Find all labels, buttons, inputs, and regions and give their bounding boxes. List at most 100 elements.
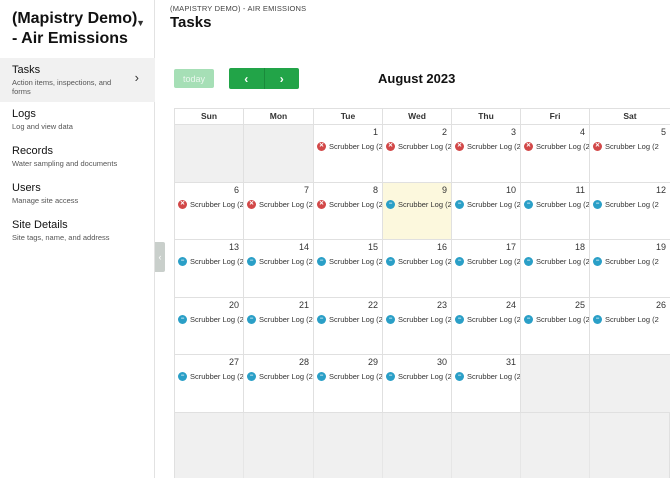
day-number[interactable]: 31 xyxy=(506,357,516,367)
day-number[interactable]: 20 xyxy=(229,300,239,310)
calendar-day-cell[interactable]: 13 − Scrubber Log (2 xyxy=(175,240,244,298)
day-number[interactable]: 21 xyxy=(299,300,309,310)
day-number[interactable]: 17 xyxy=(506,242,516,252)
day-number[interactable]: 16 xyxy=(437,242,447,252)
calendar-event[interactable]: − Scrubber Log (2 xyxy=(386,371,451,382)
day-number[interactable]: 11 xyxy=(576,185,585,195)
day-number[interactable]: 14 xyxy=(299,242,309,252)
calendar-day-cell-today[interactable]: 9 − Scrubber Log (2 xyxy=(383,182,452,240)
sidebar-item-site-details[interactable]: Site Details Site tags, name, and addres… xyxy=(0,213,155,250)
calendar-day-cell[interactable]: 15 − Scrubber Log (2 xyxy=(314,240,383,298)
calendar-day-cell[interactable]: 3 ✕ Scrubber Log (2 xyxy=(452,125,521,183)
calendar-event[interactable]: − Scrubber Log (2 xyxy=(593,256,670,267)
today-button[interactable]: today xyxy=(174,69,214,88)
next-month-button[interactable]: › xyxy=(263,68,300,89)
calendar-day-cell[interactable]: 24 − Scrubber Log (2 xyxy=(452,297,521,355)
calendar-event[interactable]: − Scrubber Log (2 xyxy=(524,314,589,325)
day-number[interactable]: 24 xyxy=(506,300,516,310)
calendar-event[interactable]: − Scrubber Log (2 xyxy=(247,256,313,267)
calendar-event[interactable]: ✕ Scrubber Log (2 xyxy=(386,141,451,152)
day-number[interactable]: 4 xyxy=(580,127,585,137)
caret-down-icon[interactable]: ▼ xyxy=(136,18,145,28)
calendar-day-cell[interactable]: 2 ✕ Scrubber Log (2 xyxy=(383,125,452,183)
calendar-day-cell[interactable]: 18 − Scrubber Log (2 xyxy=(521,240,590,298)
calendar-day-cell[interactable]: 19 − Scrubber Log (2 xyxy=(590,240,670,298)
calendar-day-cell[interactable]: 4 ✕ Scrubber Log (2 xyxy=(521,125,590,183)
day-number[interactable]: 8 xyxy=(373,185,378,195)
calendar-event[interactable]: − Scrubber Log (2 xyxy=(455,199,520,210)
calendar-day-cell[interactable]: 10 − Scrubber Log (2 xyxy=(452,182,521,240)
sidebar-item-users[interactable]: Users Manage site access xyxy=(0,176,155,213)
calendar-day-cell[interactable]: 16 − Scrubber Log (2 xyxy=(383,240,452,298)
calendar-day-cell[interactable]: 12 − Scrubber Log (2 xyxy=(590,182,670,240)
calendar-event[interactable]: − Scrubber Log (2 xyxy=(386,314,451,325)
day-number[interactable]: 13 xyxy=(229,242,239,252)
calendar-day-cell[interactable]: 7 ✕ Scrubber Log (2 xyxy=(244,182,314,240)
calendar-day-cell[interactable]: 26 − Scrubber Log (2 xyxy=(590,297,670,355)
calendar-event[interactable]: ✕ Scrubber Log (2 xyxy=(593,141,670,152)
calendar-day-cell[interactable]: 23 − Scrubber Log (2 xyxy=(383,297,452,355)
calendar-day-cell[interactable]: 27 − Scrubber Log (2 xyxy=(175,355,244,413)
calendar-day-cell[interactable]: 8 ✕ Scrubber Log (2 xyxy=(314,182,383,240)
calendar-day-cell[interactable]: 29 − Scrubber Log (2 xyxy=(314,355,383,413)
calendar-day-cell[interactable]: 20 − Scrubber Log (2 xyxy=(175,297,244,355)
day-number[interactable]: 12 xyxy=(656,185,666,195)
calendar-day-cell[interactable]: 14 − Scrubber Log (2 xyxy=(244,240,314,298)
calendar-event[interactable]: − Scrubber Log (2 xyxy=(178,256,243,267)
calendar-event[interactable]: − Scrubber Log (2 xyxy=(247,371,313,382)
calendar-event[interactable]: − Scrubber Log (2 xyxy=(386,256,451,267)
calendar-event[interactable]: ✕ Scrubber Log (2 xyxy=(317,141,382,152)
calendar-event[interactable]: ✕ Scrubber Log (2 xyxy=(317,199,382,210)
calendar-day-cell[interactable]: 31 − Scrubber Log (2 xyxy=(452,355,521,413)
calendar-event[interactable]: − Scrubber Log (2 xyxy=(524,256,589,267)
calendar-day-cell[interactable]: 30 − Scrubber Log (2 xyxy=(383,355,452,413)
sidebar-item-tasks[interactable]: Tasks Action items, inspections, and for… xyxy=(0,58,155,102)
calendar-day-cell[interactable]: 25 − Scrubber Log (2 xyxy=(521,297,590,355)
calendar-day-cell[interactable]: 28 − Scrubber Log (2 xyxy=(244,355,314,413)
calendar-event[interactable]: − Scrubber Log (2 xyxy=(317,256,382,267)
calendar-day-cell[interactable]: 6 ✕ Scrubber Log (2 xyxy=(175,182,244,240)
calendar-event[interactable]: − Scrubber Log (2 xyxy=(455,314,520,325)
day-number[interactable]: 1 xyxy=(373,127,378,137)
day-number[interactable]: 18 xyxy=(575,242,585,252)
calendar-day-cell[interactable]: 22 − Scrubber Log (2 xyxy=(314,297,383,355)
calendar-event[interactable]: − Scrubber Log (2 xyxy=(524,199,589,210)
prev-month-button[interactable]: ‹ xyxy=(229,68,264,89)
calendar-event[interactable]: − Scrubber Log (2 xyxy=(455,256,520,267)
calendar-day-cell[interactable]: 5 ✕ Scrubber Log (2 xyxy=(590,125,670,183)
day-number[interactable]: 10 xyxy=(506,185,516,195)
sidebar-item-logs[interactable]: Logs Log and view data xyxy=(0,102,155,139)
day-number[interactable]: 30 xyxy=(437,357,447,367)
calendar-event[interactable]: ✕ Scrubber Log (2 xyxy=(455,141,520,152)
day-number[interactable]: 6 xyxy=(234,185,239,195)
sidebar-collapse-handle[interactable]: ‹ xyxy=(155,242,165,272)
day-number[interactable]: 25 xyxy=(575,300,585,310)
calendar-day-cell[interactable]: 11 − Scrubber Log (2 xyxy=(521,182,590,240)
calendar-event[interactable]: − Scrubber Log (2 xyxy=(386,199,451,210)
calendar-event[interactable]: − Scrubber Log (2 xyxy=(593,199,670,210)
day-number[interactable]: 2 xyxy=(442,127,447,137)
site-selector[interactable]: (Mapistry Demo) - Air Emissions ▼ xyxy=(12,9,147,49)
day-number[interactable]: 28 xyxy=(299,357,309,367)
calendar-event[interactable]: − Scrubber Log (2 xyxy=(455,371,520,382)
calendar-day-cell[interactable]: 21 − Scrubber Log (2 xyxy=(244,297,314,355)
day-number[interactable]: 29 xyxy=(368,357,378,367)
calendar-day-cell[interactable]: 17 − Scrubber Log (2 xyxy=(452,240,521,298)
day-number[interactable]: 22 xyxy=(368,300,378,310)
calendar-event[interactable]: ✕ Scrubber Log (2 xyxy=(178,199,243,210)
day-number[interactable]: 5 xyxy=(661,127,666,137)
day-number[interactable]: 7 xyxy=(304,185,309,195)
day-number[interactable]: 19 xyxy=(656,242,666,252)
calendar-day-cell[interactable]: 1 ✕ Scrubber Log (2 xyxy=(314,125,383,183)
calendar-event[interactable]: − Scrubber Log (2 xyxy=(317,314,382,325)
breadcrumb[interactable]: (MAPISTRY DEMO) - AIR EMISSIONS xyxy=(170,4,306,13)
day-number[interactable]: 9 xyxy=(442,185,447,195)
sidebar-item-records[interactable]: Records Water sampling and documents xyxy=(0,139,155,176)
day-number[interactable]: 15 xyxy=(368,242,378,252)
calendar-event[interactable]: − Scrubber Log (2 xyxy=(178,314,243,325)
day-number[interactable]: 23 xyxy=(437,300,447,310)
day-number[interactable]: 3 xyxy=(511,127,516,137)
calendar-event[interactable]: − Scrubber Log (2 xyxy=(593,314,670,325)
calendar-event[interactable]: ✕ Scrubber Log (2 xyxy=(524,141,589,152)
calendar-event[interactable]: − Scrubber Log (2 xyxy=(247,314,313,325)
